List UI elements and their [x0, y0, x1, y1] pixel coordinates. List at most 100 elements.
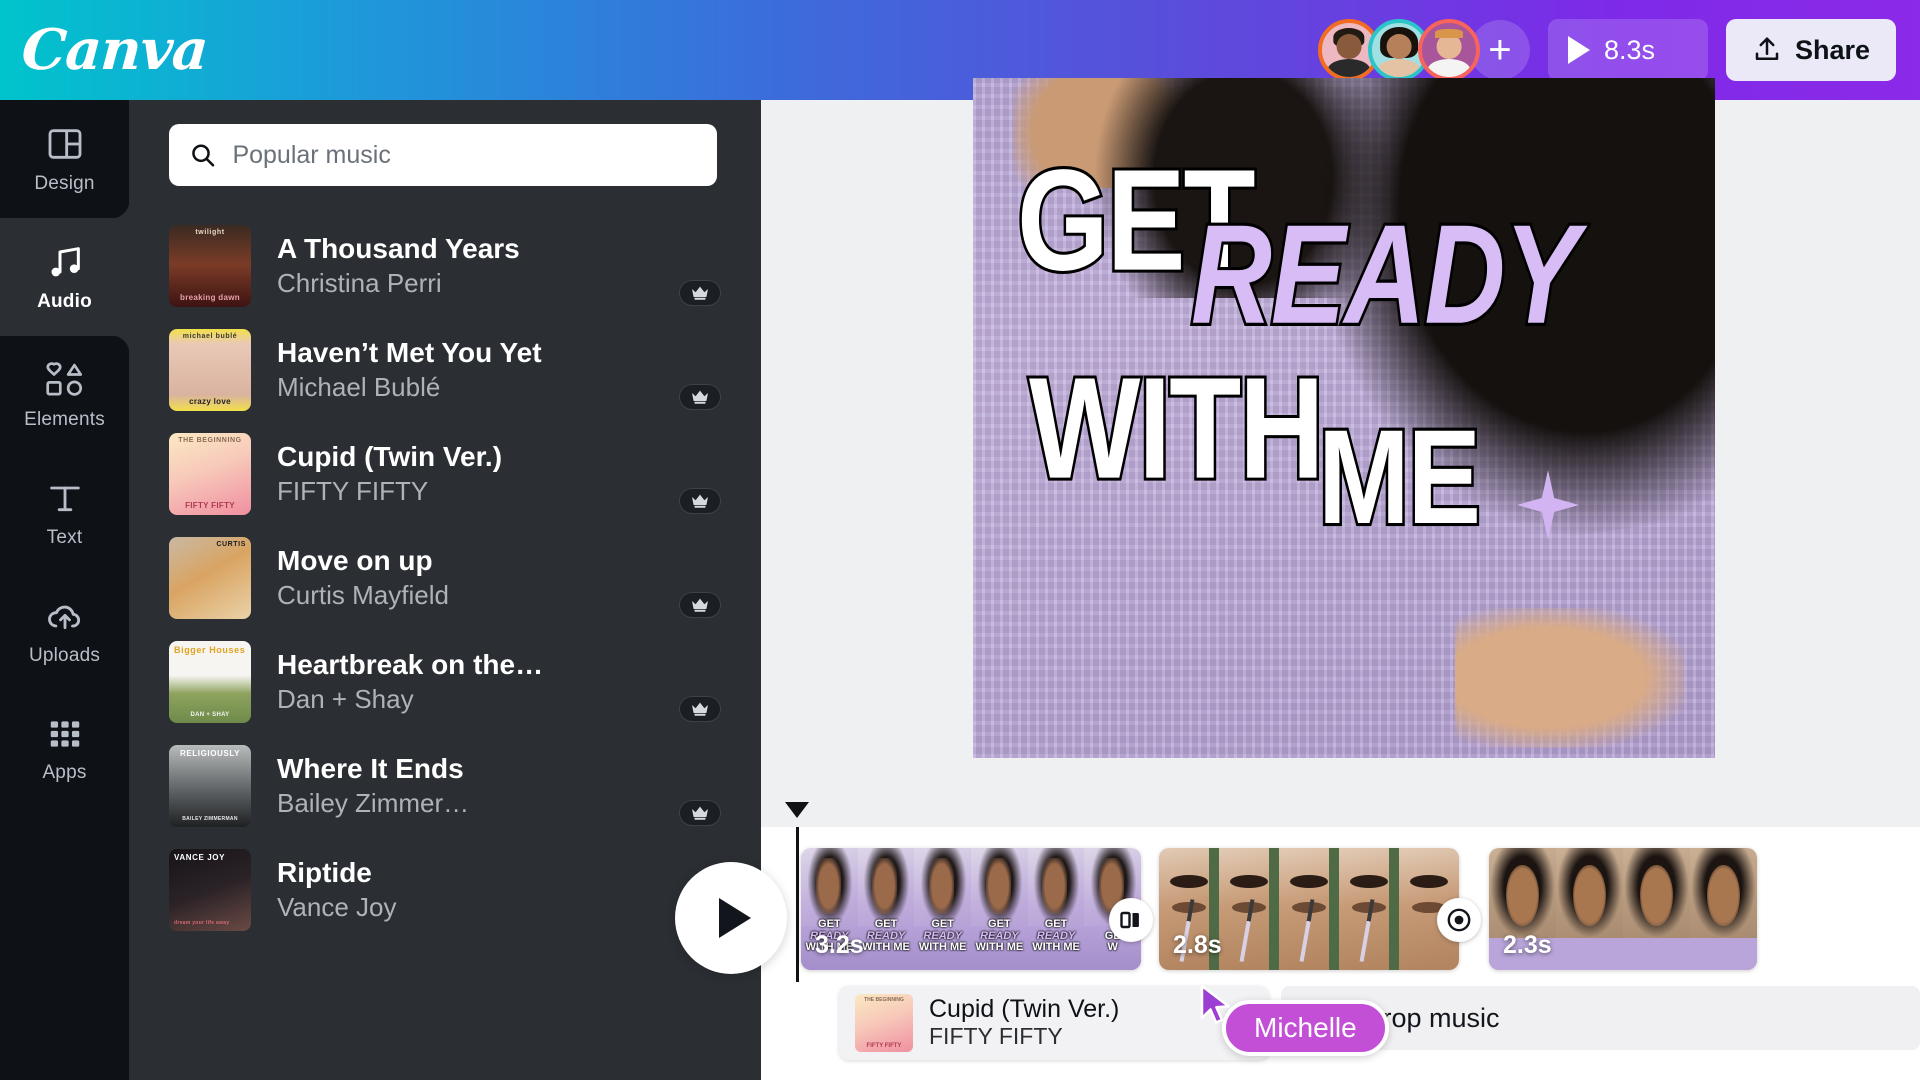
sidebar-item-design[interactable]: Design	[0, 100, 129, 218]
album-art-title-text: breaking dawn	[180, 292, 240, 302]
preview-play-button[interactable]: 8.3s	[1547, 19, 1708, 81]
track-title: Move on up	[277, 545, 433, 577]
four-point-star-icon[interactable]	[1517, 470, 1579, 540]
album-art-top-text: michael bublé	[182, 333, 238, 340]
share-button[interactable]: Share	[1725, 19, 1896, 81]
frame-caption: GET READY WITH ME	[975, 918, 1024, 954]
frame-face	[872, 857, 898, 914]
track-meta: Move on up Curtis Mayfield	[277, 544, 721, 612]
artboard[interactable]: GET READY WITH ME	[973, 78, 1715, 758]
frame-face	[1573, 865, 1606, 927]
album-art-title-text: FIFTY FIFTY	[866, 1043, 902, 1049]
video-clip[interactable]: 2.8s	[1159, 848, 1459, 970]
avatar-hat	[1434, 29, 1463, 39]
headline-word-ready[interactable]: READY	[1188, 201, 1581, 348]
transition-circle-wipe-icon[interactable]	[1437, 898, 1481, 942]
frame-body	[1556, 938, 1623, 970]
sidebar-item-text[interactable]: Text	[0, 454, 129, 572]
track-title: Heartbreak on the…	[277, 649, 544, 681]
pro-badge[interactable]	[679, 592, 721, 618]
frame-face	[815, 857, 841, 914]
track-artist: Michael Bublé	[277, 372, 441, 403]
plus-icon: +	[1488, 28, 1512, 72]
track-title: Riptide	[277, 857, 372, 889]
crown-icon	[692, 702, 708, 716]
play-icon	[1567, 36, 1590, 64]
playhead-marker-icon[interactable]	[785, 802, 809, 818]
track-row[interactable]: VANCE JOY dream your life away Riptide V…	[129, 838, 761, 942]
frame-background-accent	[1329, 848, 1339, 970]
album-art-top-text: THE BEGINNING	[864, 997, 904, 1003]
sidebar-item-elements[interactable]: Elements	[0, 336, 129, 454]
search-input[interactable]	[232, 140, 697, 170]
crown-icon	[692, 494, 708, 508]
album-art: CURTIS	[169, 537, 251, 619]
avatar-collaborator-3[interactable]	[1417, 19, 1480, 81]
sidebar-item-audio[interactable]: Audio	[0, 218, 129, 336]
track-meta: Haven’t Met You Yet Michael Bublé	[277, 336, 721, 404]
frame-body	[1623, 938, 1690, 970]
frame-face	[1506, 865, 1539, 927]
track-row[interactable]: CURTIS Move on up Curtis Mayfield	[129, 526, 761, 630]
track-row[interactable]: RELIGIOUSLY BAILEY ZIMMERMAN Where It En…	[129, 734, 761, 838]
cloud-upload-icon	[47, 605, 80, 629]
sidebar-item-uploads[interactable]: Uploads	[0, 572, 129, 690]
frame-face	[1640, 865, 1673, 927]
frame-background-accent	[1389, 848, 1399, 970]
album-art-title-text: DAN + SHAY	[190, 711, 230, 718]
canvas-stage[interactable]: GET READY WITH ME	[761, 78, 1920, 800]
play-icon	[719, 898, 751, 938]
track-row[interactable]: THE BEGINNING FIFTY FIFTY Cupid (Twin Ve…	[129, 422, 761, 526]
album-art-title-text: dream your life away	[174, 919, 230, 926]
transition-dissolve-icon[interactable]	[1109, 898, 1153, 942]
clip-duration-label: 2.8s	[1173, 931, 1222, 959]
shapes-icon	[45, 361, 82, 396]
album-art: THE BEGINNING FIFTY FIFTY	[855, 994, 913, 1052]
search-box[interactable]	[169, 124, 717, 186]
frame-brow	[1229, 874, 1269, 889]
audio-clip[interactable]: THE BEGINNING FIFTY FIFTY Cupid (Twin Ve…	[839, 986, 1269, 1060]
canva-editor-window: Canva + 8.3s Share Design Audio Elements…	[0, 0, 1920, 1080]
project-duration-label: 8.3s	[1603, 34, 1655, 65]
pro-badge[interactable]	[679, 384, 721, 410]
album-art: Bigger Houses DAN + SHAY	[169, 641, 251, 723]
album-art-top-text: THE BEGINNING	[178, 437, 242, 444]
clip-track: GET READY WITH ME GET READY WITH ME GET RE…	[801, 848, 1920, 970]
timeline-play-button[interactable]	[675, 862, 787, 974]
sidebar-item-label: Design	[34, 172, 95, 194]
track-meta: Where It Ends Bailey Zimmer…	[277, 752, 721, 820]
album-art-top-text: Bigger Houses	[174, 645, 246, 655]
search-icon	[192, 144, 215, 167]
audio-clip-meta: Cupid (Twin Ver.) FIFTY FIFTY	[929, 995, 1119, 1051]
clip-frame	[1339, 848, 1399, 970]
top-bar-right-group: + 8.3s Share	[1317, 19, 1920, 81]
clip-frame: GET READY WITH ME	[914, 848, 972, 970]
track-title: Where It Ends	[277, 753, 464, 785]
sidebar-item-label: Text	[46, 526, 83, 548]
track-row[interactable]: Bigger Houses DAN + SHAY Heartbreak on t…	[129, 630, 761, 734]
frame-face	[1707, 865, 1740, 927]
headline-word-with[interactable]: WITH	[1026, 354, 1326, 504]
text-t-icon	[49, 486, 80, 511]
avatar-head	[1386, 33, 1412, 59]
album-art: VANCE JOY dream your life away	[169, 849, 251, 931]
headline-word-me[interactable]: ME	[1316, 407, 1484, 547]
frame-face	[985, 857, 1011, 914]
frame-brow	[1349, 874, 1389, 889]
grid-dots-icon	[50, 720, 79, 747]
track-row[interactable]: twilight breaking dawn A Thousand Years …	[129, 214, 761, 318]
pro-badge[interactable]	[679, 800, 721, 826]
frame-face	[1042, 857, 1068, 914]
pro-badge[interactable]	[679, 488, 721, 514]
frame-face	[929, 857, 954, 914]
pro-badge[interactable]	[679, 280, 721, 306]
video-clip[interactable]: GET READY WITH ME GET READY WITH ME GET RE…	[801, 848, 1141, 970]
timeline-ruler[interactable]	[761, 800, 1920, 827]
video-clip[interactable]: 2.3s	[1489, 848, 1757, 970]
frame-body	[1690, 938, 1757, 970]
sidebar-item-apps[interactable]: Apps	[0, 690, 129, 808]
track-title: Cupid (Twin Ver.)	[277, 441, 503, 473]
pro-badge[interactable]	[679, 696, 721, 722]
canva-logo[interactable]: Canva	[20, 17, 210, 83]
track-row[interactable]: michael bublé crazy love Haven’t Met You…	[129, 318, 761, 422]
